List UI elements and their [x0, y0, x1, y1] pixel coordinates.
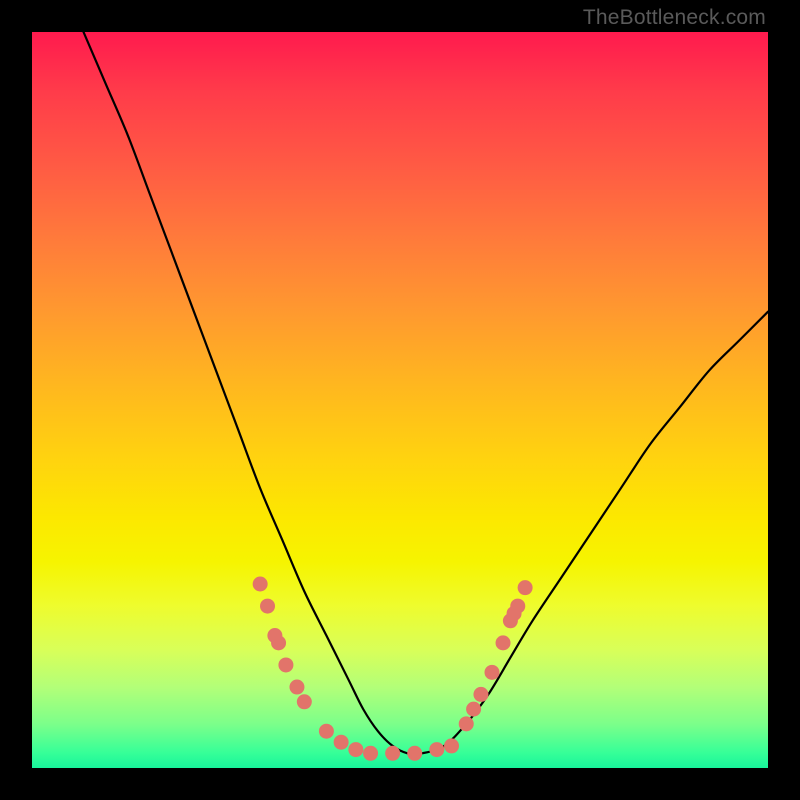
chart-frame: TheBottleneck.com — [0, 0, 800, 800]
marker-dot — [253, 577, 268, 592]
marker-dot — [334, 735, 349, 750]
bottleneck-curve — [84, 32, 768, 754]
marker-dot — [297, 694, 312, 709]
marker-dot — [473, 687, 488, 702]
marker-dot — [496, 635, 511, 650]
marker-dot — [459, 716, 474, 731]
marker-dot — [319, 724, 334, 739]
marker-dot — [348, 742, 363, 757]
plot-area — [32, 32, 768, 768]
marker-dot — [518, 580, 533, 595]
marker-dot — [510, 599, 525, 614]
marker-dot — [444, 738, 459, 753]
curve-layer — [32, 32, 768, 768]
watermark-text: TheBottleneck.com — [583, 6, 766, 30]
highlight-markers — [253, 577, 533, 761]
marker-dot — [407, 746, 422, 761]
marker-dot — [363, 746, 378, 761]
marker-dot — [429, 742, 444, 757]
marker-dot — [278, 657, 293, 672]
marker-dot — [385, 746, 400, 761]
marker-dot — [260, 599, 275, 614]
marker-dot — [289, 680, 304, 695]
marker-dot — [485, 665, 500, 680]
marker-dot — [271, 635, 286, 650]
marker-dot — [466, 702, 481, 717]
